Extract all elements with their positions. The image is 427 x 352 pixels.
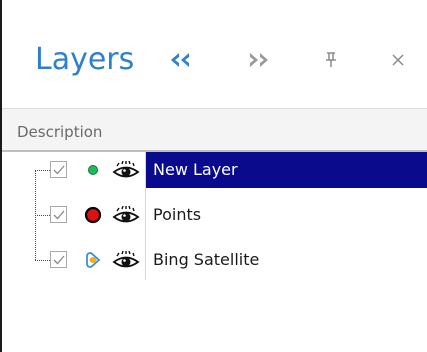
close-panel-button[interactable]: [380, 44, 416, 76]
close-icon: [392, 54, 404, 66]
layer-tree: New Layer Points Bing Satellite: [2, 152, 427, 352]
green-dot-icon: [88, 165, 98, 175]
expand-panel-button[interactable]: [241, 44, 277, 76]
collapse-panel-button[interactable]: [162, 44, 198, 76]
layer-visibility-checkbox[interactable]: [50, 206, 67, 223]
eye-icon[interactable]: [112, 251, 140, 271]
panel-header: Layers: [2, 0, 427, 108]
pin-panel-button[interactable]: [313, 44, 349, 76]
layer-visibility-checkbox[interactable]: [50, 161, 67, 178]
red-point-icon: [84, 206, 102, 224]
layer-row-bing-satellite[interactable]: Bing Satellite: [2, 242, 427, 278]
layer-visibility-checkbox[interactable]: [50, 251, 67, 268]
double-chevron-right-icon: [250, 53, 268, 67]
layer-name[interactable]: Points: [146, 197, 211, 233]
eye-icon[interactable]: [112, 161, 140, 181]
layer-name[interactable]: Bing Satellite: [146, 242, 269, 278]
layer-name[interactable]: New Layer: [146, 152, 427, 188]
eye-icon[interactable]: [112, 206, 140, 226]
panel-title: Layers: [35, 42, 135, 77]
layer-row-points[interactable]: Points: [2, 197, 427, 233]
double-chevron-left-icon: [171, 53, 189, 67]
checkmark-icon: [53, 165, 65, 175]
checkmark-icon: [53, 210, 65, 220]
layer-row-new-layer[interactable]: New Layer: [2, 152, 427, 188]
pin-icon: [326, 52, 336, 67]
checkmark-icon: [53, 255, 65, 265]
layers-panel: Layers Description New Layer Points Bing…: [0, 0, 427, 352]
satellite-imagery-icon: [86, 252, 101, 268]
description-column-label: Description: [17, 123, 103, 141]
column-header[interactable]: Description: [2, 108, 427, 152]
